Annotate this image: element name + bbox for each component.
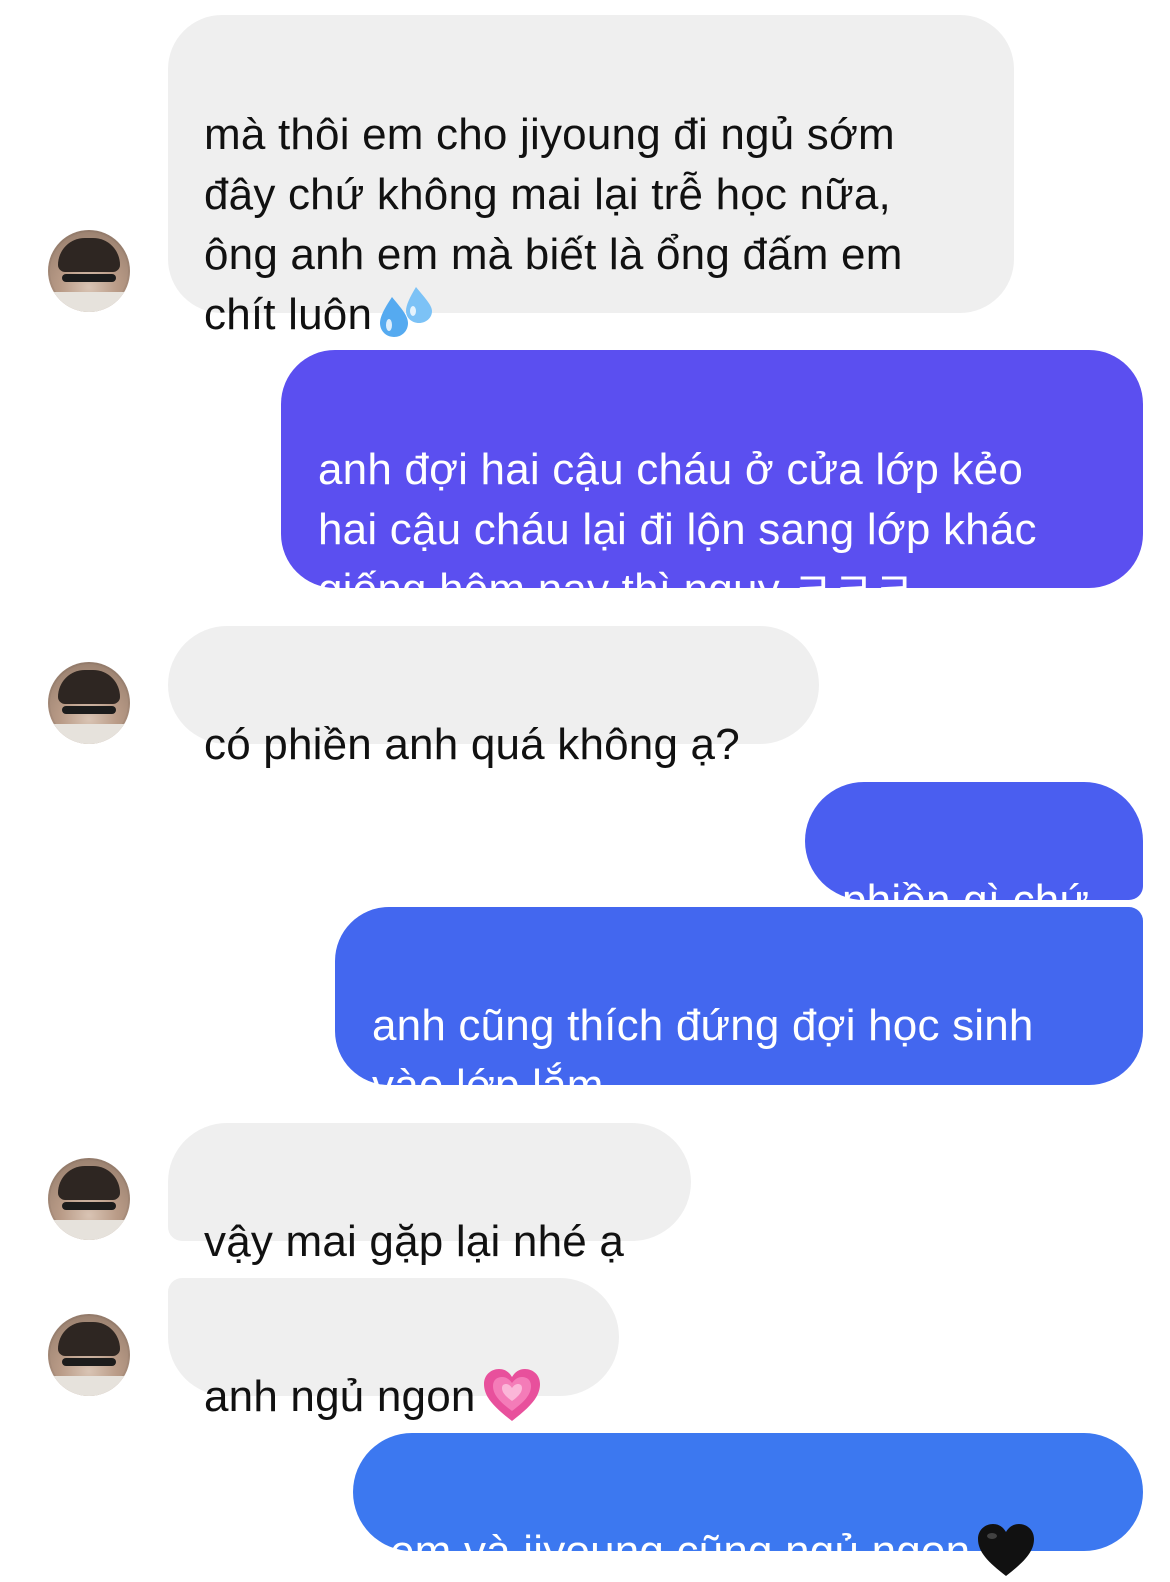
message-bubble-incoming[interactable]: có phiền anh quá không ạ? [168,626,819,769]
message-bubble-outgoing[interactable]: phiền gì chứ [805,782,1143,925]
message-bubble-outgoing[interactable]: anh cũng thích đứng đợi học sinh vào lớp… [335,907,1143,1110]
message-bubble-incoming[interactable]: anh ngủ ngon [168,1278,619,1422]
message-bubble-incoming[interactable]: vậy mai gặp lại nhé ạ [168,1123,691,1266]
message-text: anh ngủ ngon [204,1372,476,1421]
growing-heart-icon [483,1369,540,1422]
message-text: anh đợi hai cậu cháu ở cửa lớp kẻo hai c… [318,445,1037,614]
avatar[interactable] [48,230,130,312]
message-text: vậy mai gặp lại nhé ạ [204,1217,625,1266]
message-text: anh cũng thích đứng đợi học sinh vào lớp… [372,1001,1034,1110]
sweat-droplets-icon [380,287,433,338]
message-text: mà thôi em cho jiyoung đi ngủ sớm đây ch… [204,110,903,339]
message-bubble-outgoing[interactable]: em và jiyoung cũng ngủ ngon [353,1433,1143,1577]
avatar[interactable] [48,662,130,744]
avatar[interactable] [48,1158,130,1240]
message-bubble-outgoing[interactable]: anh đợi hai cậu cháu ở cửa lớp kẻo hai c… [281,350,1143,614]
black-heart-icon [978,1524,1035,1577]
message-text: em và jiyoung cũng ngủ ngon [390,1527,971,1576]
message-text: có phiền anh quá không ạ? [204,720,740,769]
message-bubble-incoming[interactable]: mà thôi em cho jiyoung đi ngủ sớm đây ch… [168,15,1014,339]
avatar[interactable] [48,1314,130,1396]
